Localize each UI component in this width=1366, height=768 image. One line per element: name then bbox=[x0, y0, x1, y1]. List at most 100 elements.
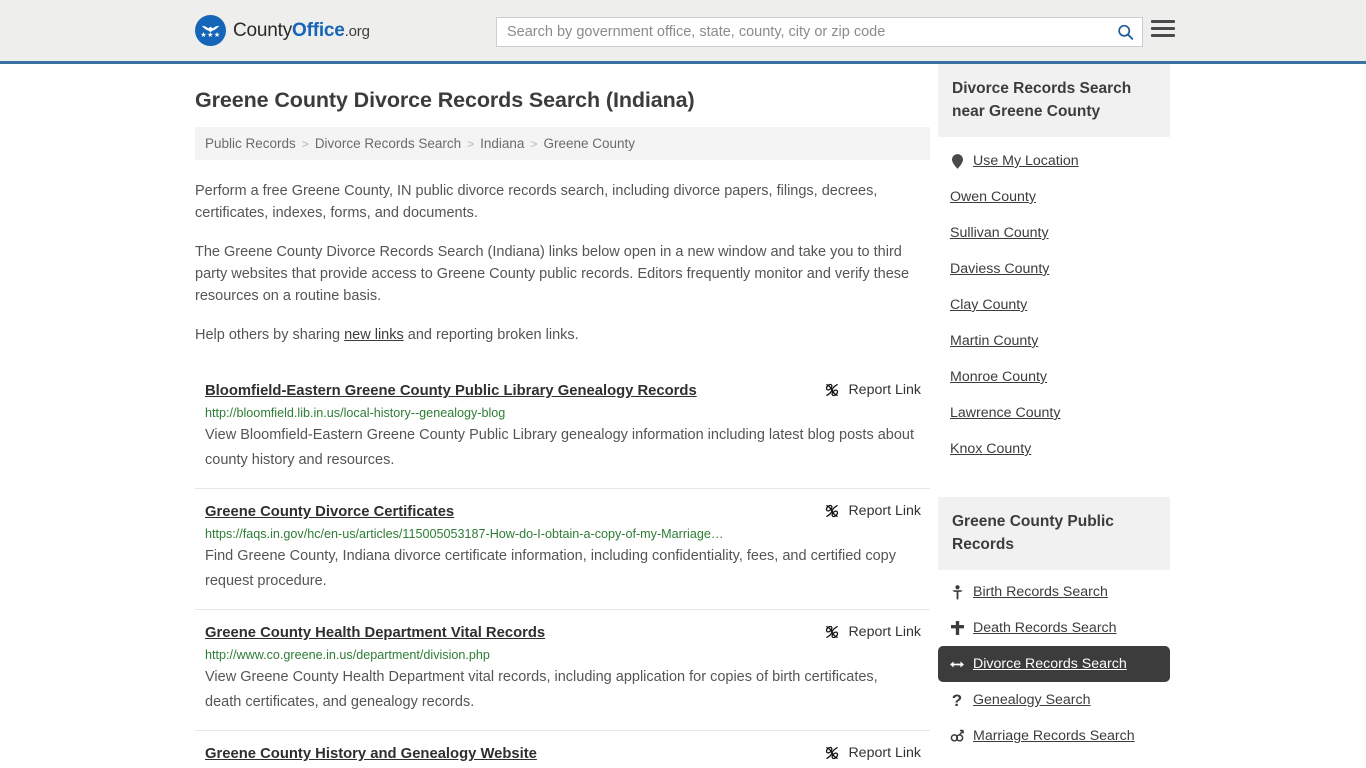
sidebar-heading-nearby: Divorce Records Search near Greene Count… bbox=[938, 64, 1170, 137]
sidebar-item-label: Birth Records Search bbox=[973, 584, 1108, 600]
sidebar-item-label: Death Records Search bbox=[973, 620, 1117, 636]
report-link-button[interactable]: Report Link bbox=[824, 745, 930, 761]
sidebar-item-label: Divorce Records Search bbox=[973, 656, 1127, 672]
sidebar-item-label: Monroe County bbox=[950, 369, 1047, 385]
sidebar-section-nearby-counties: Divorce Records Search near Greene Count… bbox=[938, 64, 1170, 467]
broken-link-icon bbox=[826, 746, 839, 760]
sidebar-item-monroe-county[interactable]: Monroe County bbox=[938, 359, 1170, 395]
breadcrumb-item-divorce-records-search[interactable]: Divorce Records Search bbox=[315, 136, 461, 151]
sidebar-item-martin-county[interactable]: Martin County bbox=[938, 323, 1170, 359]
result-header: Greene County Divorce Certificates Repor… bbox=[205, 503, 930, 522]
sidebar-item-label: Martin County bbox=[950, 333, 1039, 349]
sidebar-item-death-records-search[interactable]: Death Records Search bbox=[938, 610, 1170, 646]
report-link-button[interactable]: Report Link bbox=[824, 624, 930, 640]
hamburger-bar bbox=[1151, 20, 1175, 23]
breadcrumb: Public Records > Divorce Records Search … bbox=[195, 127, 930, 160]
site-header: ★★★ CountyOffice.org bbox=[0, 0, 1366, 64]
intro-paragraph-2: The Greene County Divorce Records Search… bbox=[195, 244, 910, 304]
breadcrumb-item-indiana[interactable]: Indiana bbox=[480, 136, 524, 151]
sidebar-item-label: Sullivan County bbox=[950, 225, 1049, 241]
result-item: Greene County Health Department Vital Re… bbox=[195, 609, 930, 730]
sidebar: Divorce Records Search near Greene Count… bbox=[938, 64, 1170, 756]
report-link-label: Report Link bbox=[848, 382, 921, 398]
result-url: https://faqs.in.gov/hc/en-us/articles/11… bbox=[205, 527, 724, 541]
county-office-emblem-icon: ★★★ bbox=[195, 15, 226, 46]
breadcrumb-item-greene-county[interactable]: Greene County bbox=[543, 136, 635, 151]
intro-paragraph-3: Help others by sharing new links and rep… bbox=[195, 324, 930, 346]
page-title: Greene County Divorce Records Search (In… bbox=[195, 88, 695, 112]
result-description: View Greene County Health Department vit… bbox=[205, 669, 878, 710]
result-header: Greene County History and Genealogy Webs… bbox=[205, 745, 930, 764]
sidebar-item-clay-county[interactable]: Clay County bbox=[938, 287, 1170, 323]
report-link-label: Report Link bbox=[848, 503, 921, 519]
sidebar-item-marriage-records-search[interactable]: Marriage Records Search bbox=[938, 718, 1170, 754]
sidebar-item-label: Daviess County bbox=[950, 261, 1050, 277]
sidebar-item-divorce-records-search[interactable]: Divorce Records Search bbox=[938, 646, 1170, 682]
public-records-list: Birth Records Search Death Records Searc… bbox=[938, 574, 1170, 754]
broken-link-icon bbox=[826, 625, 839, 639]
breadcrumb-separator-icon: > bbox=[467, 136, 475, 151]
result-description: Find Greene County, Indiana divorce cert… bbox=[205, 548, 897, 589]
intro-p3-after: and reporting broken links. bbox=[403, 327, 579, 343]
result-item: Bloomfield-Eastern Greene County Public … bbox=[195, 368, 930, 488]
search-bar[interactable] bbox=[496, 17, 1143, 47]
result-title-link[interactable]: Greene County Divorce Certificates bbox=[205, 503, 454, 522]
breadcrumb-separator-icon: > bbox=[301, 136, 309, 151]
sidebar-item-use-my-location[interactable]: Use My Location bbox=[938, 143, 1170, 179]
sidebar-item-label: Use My Location bbox=[973, 153, 1079, 169]
search-button[interactable] bbox=[1108, 18, 1142, 46]
sidebar-item-knox-county[interactable]: Knox County bbox=[938, 431, 1170, 467]
hamburger-menu-icon[interactable] bbox=[1151, 20, 1175, 37]
sidebar-item-daviess-county[interactable]: Daviess County bbox=[938, 251, 1170, 287]
question-mark-icon: ? bbox=[951, 690, 963, 710]
stars-icon: ★★★ bbox=[200, 31, 221, 39]
report-link-button[interactable]: Report Link bbox=[824, 503, 930, 519]
new-links-link[interactable]: new links bbox=[344, 327, 404, 343]
sidebar-section-public-records: Greene County Public Records Birth Recor… bbox=[938, 497, 1170, 754]
intro-text: Perform a free Greene County, IN public … bbox=[195, 180, 930, 346]
result-title-link[interactable]: Greene County History and Genealogy Webs… bbox=[205, 745, 537, 764]
result-url: http://bloomfield.lib.in.us/local-histor… bbox=[205, 406, 506, 420]
sidebar-heading-public-records: Greene County Public Records bbox=[938, 497, 1170, 570]
site-logo[interactable]: ★★★ CountyOffice.org bbox=[195, 15, 370, 46]
search-icon bbox=[1117, 24, 1133, 40]
sidebar-item-label: Genealogy Search bbox=[973, 692, 1091, 708]
sidebar-item-label: Lawrence County bbox=[950, 405, 1061, 421]
logo-part-office: Office bbox=[292, 19, 345, 41]
sidebar-item-label: Knox County bbox=[950, 441, 1032, 457]
intro-p3-before: Help others by sharing bbox=[195, 327, 345, 343]
results-list: Bloomfield-Eastern Greene County Public … bbox=[195, 368, 930, 768]
main-content: Greene County Divorce Records Search (In… bbox=[195, 64, 930, 768]
sidebar-item-label: Owen County bbox=[950, 189, 1036, 205]
search-input[interactable] bbox=[497, 24, 1108, 40]
logo-part-org: .org bbox=[344, 22, 370, 40]
cross-icon bbox=[950, 621, 964, 635]
report-link-label: Report Link bbox=[848, 624, 921, 640]
result-header: Greene County Health Department Vital Re… bbox=[205, 624, 930, 643]
hamburger-bar bbox=[1151, 34, 1175, 37]
result-item: Greene County Divorce Certificates Repor… bbox=[195, 488, 930, 609]
page-body: Greene County Divorce Records Search (In… bbox=[0, 64, 1366, 768]
result-item: Greene County History and Genealogy Webs… bbox=[195, 730, 930, 768]
sidebar-item-owen-county[interactable]: Owen County bbox=[938, 179, 1170, 215]
result-url: http://www.co.greene.in.us/department/di… bbox=[205, 648, 490, 662]
intro-paragraph-1: Perform a free Greene County, IN public … bbox=[195, 183, 878, 221]
sidebar-item-label: Clay County bbox=[950, 297, 1028, 313]
sidebar-item-birth-records-search[interactable]: Birth Records Search bbox=[938, 574, 1170, 610]
sidebar-item-label: Marriage Records Search bbox=[973, 728, 1135, 744]
baby-icon bbox=[950, 584, 964, 600]
report-link-label: Report Link bbox=[848, 745, 921, 761]
sidebar-item-lawrence-county[interactable]: Lawrence County bbox=[938, 395, 1170, 431]
sidebar-item-genealogy-search[interactable]: ? Genealogy Search bbox=[938, 682, 1170, 718]
broken-link-icon bbox=[826, 504, 839, 518]
sidebar-item-sullivan-county[interactable]: Sullivan County bbox=[938, 215, 1170, 251]
result-title-link[interactable]: Bloomfield-Eastern Greene County Public … bbox=[205, 382, 697, 401]
male-female-icon bbox=[950, 729, 964, 743]
breadcrumb-item-public-records[interactable]: Public Records bbox=[205, 136, 296, 151]
result-header: Bloomfield-Eastern Greene County Public … bbox=[205, 382, 930, 401]
report-link-button[interactable]: Report Link bbox=[824, 382, 930, 398]
result-description: View Bloomfield-Eastern Greene County Pu… bbox=[205, 427, 915, 468]
logo-part-county: County bbox=[233, 19, 293, 41]
result-title-link[interactable]: Greene County Health Department Vital Re… bbox=[205, 624, 545, 643]
map-pin-icon bbox=[950, 153, 964, 169]
